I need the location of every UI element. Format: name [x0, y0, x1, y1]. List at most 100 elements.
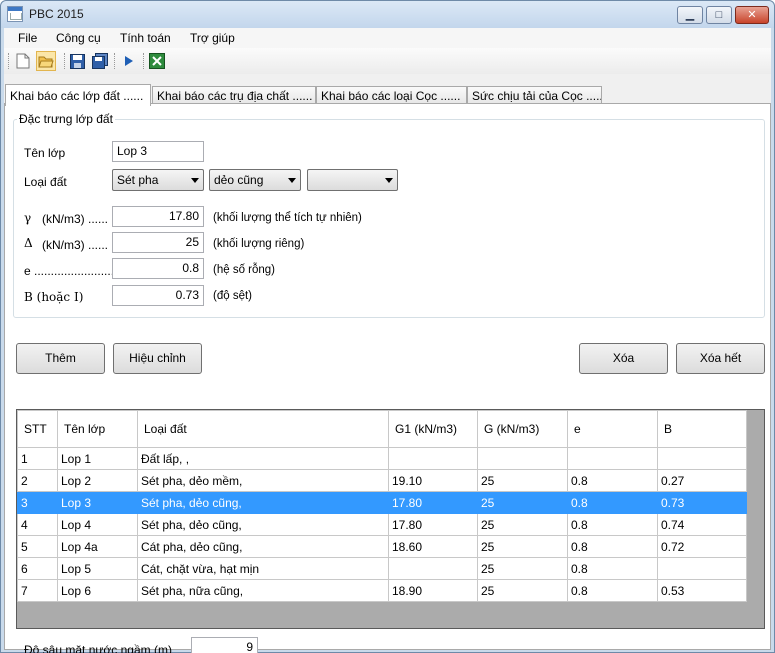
loai-dat-select-3[interactable] [307, 169, 398, 191]
table-cell[interactable] [477, 447, 568, 470]
table-cell[interactable]: 0.73 [657, 491, 747, 514]
table-cell[interactable]: Đất lấp, , [137, 447, 389, 470]
table-row[interactable]: 5 Lop 4a Cát pha, dẻo cũng, 18.60 25 0.8 0.72 [17, 535, 747, 558]
column-header-b[interactable]: B [657, 410, 747, 448]
hieu-chinh-button[interactable]: Hiệu chỉnh [113, 343, 202, 374]
xoa-button[interactable]: Xóa [579, 343, 668, 374]
maximize-button[interactable]: □ [706, 6, 732, 24]
tab-khai-bao-loai-coc[interactable]: Khai báo các loại Cọc ...... [316, 86, 467, 104]
table-cell[interactable]: Sét pha, dẻo cũng, [137, 491, 389, 514]
table-cell[interactable]: 5 [17, 535, 58, 558]
table-cell[interactable]: Cát pha, dẻo cũng, [137, 535, 389, 558]
table-cell[interactable]: 25 [477, 491, 568, 514]
ten-lop-input[interactable]: Lop 3 [112, 141, 204, 162]
column-header-g[interactable]: G (kN/m3) [477, 410, 568, 448]
loai-dat-select-1[interactable]: Sét pha [112, 169, 204, 191]
table-cell[interactable]: 0.8 [567, 579, 658, 602]
minimize-button[interactable]: ▁ [677, 6, 703, 24]
table-cell[interactable]: 2 [17, 469, 58, 492]
table-cell[interactable]: Lop 5 [57, 557, 138, 580]
excel-icon[interactable] [147, 51, 167, 71]
table-cell[interactable]: 0.74 [657, 513, 747, 536]
gamma-note: (khối lượng thể tích tự nhiên) [213, 212, 362, 224]
column-header-stt[interactable]: STT [17, 410, 58, 448]
table-cell[interactable]: Lop 4a [57, 535, 138, 558]
table-cell[interactable]: 25 [477, 469, 568, 492]
menu-tinh-toan[interactable]: Tính toán [120, 31, 171, 45]
toolbar-separator [114, 53, 116, 69]
table-cell[interactable]: 18.90 [388, 579, 478, 602]
table-cell[interactable]: Lop 2 [57, 469, 138, 492]
xoa-het-button[interactable]: Xóa hết [676, 343, 765, 374]
close-button[interactable]: ✕ [735, 6, 769, 24]
table-cell[interactable]: 3 [17, 491, 58, 514]
do-sau-nuoc-ngam-input[interactable]: 9 [191, 637, 258, 653]
column-header-ten-lop[interactable]: Tên lớp [57, 410, 138, 448]
table-cell[interactable]: 25 [477, 557, 568, 580]
table-cell[interactable]: 1 [17, 447, 58, 470]
e-label: e ......................... [24, 264, 118, 278]
table-cell[interactable]: Sét pha, dẻo mềm, [137, 469, 389, 492]
column-header-g1[interactable]: G1 (kN/m3) [388, 410, 478, 448]
table-cell[interactable]: 25 [477, 535, 568, 558]
run-icon[interactable] [119, 51, 139, 71]
delta-label: (kN/m3) ...... [42, 238, 108, 252]
table-cell[interactable]: Sét pha, nữa cũng, [137, 579, 389, 602]
tab-khai-bao-lop-dat[interactable]: Khai báo các lớp đất ...... [5, 84, 151, 106]
gamma-input[interactable]: 17.80 [112, 206, 204, 227]
table-cell[interactable]: 0.8 [567, 557, 658, 580]
column-header-e[interactable]: e [567, 410, 658, 448]
open-icon[interactable] [36, 51, 56, 71]
table-cell[interactable]: 25 [477, 513, 568, 536]
table-cell[interactable]: 6 [17, 557, 58, 580]
table-cell[interactable]: 7 [17, 579, 58, 602]
table-cell[interactable]: 0.53 [657, 579, 747, 602]
table-cell[interactable]: 17.80 [388, 491, 478, 514]
app-icon [7, 6, 23, 22]
menu-cong-cu[interactable]: Công cụ [56, 31, 101, 45]
table-row[interactable]: 2 Lop 2 Sét pha, dẻo mềm, 19.10 25 0.8 0.27 [17, 469, 747, 492]
save-all-icon[interactable] [90, 51, 110, 71]
table-cell[interactable]: Lop 1 [57, 447, 138, 470]
table-cell[interactable]: 0.8 [567, 535, 658, 558]
table-cell[interactable]: 0.8 [567, 491, 658, 514]
table-row[interactable]: 6 Lop 5 Cát, chặt vừa, hạt mịn 25 0.8 [17, 557, 747, 580]
column-header-loai-dat[interactable]: Loại đất [137, 410, 389, 448]
table-row[interactable]: 4 Lop 4 Sét pha, dẻo cũng, 17.80 25 0.8 0.74 [17, 513, 747, 536]
them-button[interactable]: Thêm [16, 343, 105, 374]
table-row[interactable]: 7 Lop 6 Sét pha, nữa cũng, 18.90 25 0.8 0.53 [17, 579, 747, 602]
save-icon[interactable] [67, 51, 87, 71]
table-row-selected[interactable]: 3 Lop 3 Sét pha, dẻo cũng, 17.80 25 0.8 0.73 [17, 491, 747, 514]
table-cell[interactable]: 0.72 [657, 535, 747, 558]
loai-dat-select-2[interactable]: dẻo cũng [209, 169, 301, 191]
table-cell[interactable]: 17.80 [388, 513, 478, 536]
table-cell[interactable]: Sét pha, dẻo cũng, [137, 513, 389, 536]
table-cell[interactable]: 0.27 [657, 469, 747, 492]
tab-khai-bao-tru-dia-chat[interactable]: Khai báo các trụ địa chất ...... [152, 86, 316, 104]
table-cell[interactable]: Lop 4 [57, 513, 138, 536]
menu-file[interactable]: File [18, 31, 37, 45]
table-row[interactable]: 1 Lop 1 Đất lấp, , [17, 447, 747, 470]
table-cell[interactable] [388, 557, 478, 580]
toolbar-separator [143, 53, 145, 69]
table-cell[interactable] [567, 447, 658, 470]
tab-suc-chiu-tai-coc[interactable]: Sức chịu tải của Cọc ...... [467, 86, 602, 104]
table-cell[interactable] [657, 557, 747, 580]
table-cell[interactable]: Cát, chặt vừa, hạt mịn [137, 557, 389, 580]
delta-input[interactable]: 25 [112, 232, 204, 253]
table-cell[interactable]: 4 [17, 513, 58, 536]
table-cell[interactable]: 25 [477, 579, 568, 602]
e-input[interactable]: 0.8 [112, 258, 204, 279]
table-cell[interactable]: Lop 3 [57, 491, 138, 514]
table-cell[interactable]: 18.60 [388, 535, 478, 558]
table-cell[interactable] [388, 447, 478, 470]
table-cell[interactable]: Lop 6 [57, 579, 138, 602]
new-icon[interactable] [13, 51, 33, 71]
table-cell[interactable] [657, 447, 747, 470]
menu-tro-giup[interactable]: Trợ giúp [190, 31, 235, 45]
table-cell[interactable]: 0.8 [567, 513, 658, 536]
table-cell[interactable]: 19.10 [388, 469, 478, 492]
b-input[interactable]: 0.73 [112, 285, 204, 306]
b-label: B (hoặc I) [24, 290, 84, 304]
table-cell[interactable]: 0.8 [567, 469, 658, 492]
